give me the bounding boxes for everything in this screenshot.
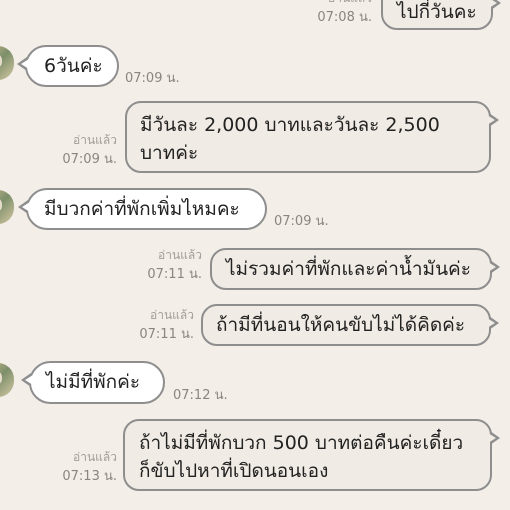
read-receipt: อ่านแล้ว bbox=[150, 308, 194, 322]
message-time: 07:11 น. bbox=[139, 327, 194, 342]
message-meta: อ่านแล้ว 07:11 น. bbox=[139, 306, 194, 344]
read-receipt: อ่านแล้ว bbox=[73, 450, 117, 464]
message-time: 07:09 น. bbox=[274, 214, 329, 229]
contact-avatar[interactable] bbox=[0, 46, 14, 80]
message-text: ถ้ามีที่นอนให้คนขับไม่ได้คิดค่ะ bbox=[216, 314, 466, 336]
message-meta: อ่านแล้ว 07:13 น. bbox=[62, 448, 117, 486]
message-bubble[interactable]: มีบวกค่าที่พักเพิ่มไหมคะ bbox=[18, 188, 267, 230]
message-text-line: ก็ขับไปหาที่เปิดนอนเอง bbox=[139, 460, 329, 482]
message-meta: อ่านแล้ว 07:08 น. bbox=[317, 0, 372, 27]
contact-avatar[interactable] bbox=[0, 363, 14, 397]
read-receipt: อ่านแล้ว bbox=[317, 0, 372, 8]
message-time: 07:12 น. bbox=[173, 388, 228, 403]
message-bubble[interactable]: ไม่รวมค่าที่พักและค่าน้ำมันค่ะ bbox=[210, 248, 500, 290]
message-meta: อ่านแล้ว 07:11 น. bbox=[147, 246, 202, 284]
contact-avatar[interactable] bbox=[0, 190, 14, 224]
message-text-line: บาทค่ะ bbox=[140, 142, 199, 164]
message-bubble[interactable]: 6วันค่ะ bbox=[17, 45, 119, 87]
message-text: มีบวกค่าที่พักเพิ่มไหมคะ bbox=[44, 198, 240, 220]
message-text: ไปกี่วันคะ bbox=[397, 1, 477, 23]
message-bubble[interactable]: ถ้าไม่มีที่พักบวก 500 บาทต่อคืนค่ะเดี๋ยว… bbox=[123, 419, 500, 491]
message-text: 6วันค่ะ bbox=[44, 55, 103, 77]
message-bubble[interactable]: มีวันละ 2,000 บาทและวันละ 2,500 บาทค่ะ bbox=[125, 101, 499, 173]
message-text: ไม่มีที่พักค่ะ bbox=[46, 371, 141, 393]
message-text-line: มีวันละ 2,000 บาทและวันละ 2,500 bbox=[140, 114, 440, 136]
message-text-line: ถ้าไม่มีที่พักบวก 500 บาทต่อคืนค่ะเดี๋ยว bbox=[139, 432, 464, 454]
message-time: 07:11 น. bbox=[147, 267, 202, 282]
message-time: 07:08 น. bbox=[317, 10, 372, 25]
message-time: 07:09 น. bbox=[62, 152, 117, 167]
message-time: 07:09 น. bbox=[125, 71, 180, 86]
chat-thread: อ่านแล้ว 07:08 น. ไปกี่วันคะ 6วันค่ะ 07:… bbox=[0, 0, 510, 510]
read-receipt: อ่านแล้ว bbox=[158, 248, 202, 262]
message-meta: อ่านแล้ว 07:09 น. bbox=[62, 131, 117, 169]
message-bubble[interactable]: ถ้ามีที่นอนให้คนขับไม่ได้คิดค่ะ bbox=[201, 304, 499, 346]
read-receipt: อ่านแล้ว bbox=[73, 133, 117, 147]
message-bubble[interactable]: ไม่มีที่พักค่ะ bbox=[21, 361, 165, 404]
message-time: 07:13 น. bbox=[62, 469, 117, 484]
message-bubble[interactable]: ไปกี่วันคะ bbox=[381, 0, 501, 30]
message-text: ไม่รวมค่าที่พักและค่าน้ำมันค่ะ bbox=[226, 258, 471, 280]
